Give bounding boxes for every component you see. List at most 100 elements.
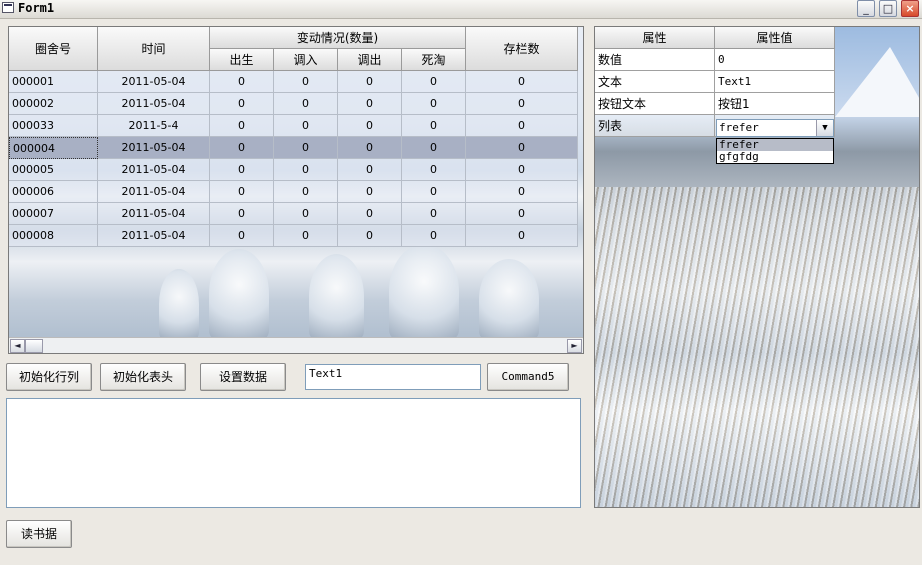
- out-cell[interactable]: 0: [338, 159, 402, 181]
- in-cell[interactable]: 0: [274, 115, 338, 137]
- culled-cell[interactable]: 0: [402, 225, 466, 247]
- horizontal-scrollbar[interactable]: ◄ ►: [9, 337, 583, 353]
- stock-cell[interactable]: 0: [466, 225, 578, 247]
- pen-cell[interactable]: 000002: [9, 93, 98, 115]
- birth-cell[interactable]: 0: [210, 181, 274, 203]
- out-cell[interactable]: 0: [338, 115, 402, 137]
- pen-cell[interactable]: 000006: [9, 181, 98, 203]
- in-cell[interactable]: 0: [274, 71, 338, 93]
- out-cell[interactable]: 0: [338, 225, 402, 247]
- pen-cell[interactable]: 000004: [9, 137, 98, 159]
- birth-cell[interactable]: 0: [210, 203, 274, 225]
- stock-cell[interactable]: 0: [466, 137, 578, 159]
- scroll-right-icon[interactable]: ►: [567, 339, 582, 353]
- pen-cell[interactable]: 000005: [9, 159, 98, 181]
- background-mountain: [835, 47, 919, 117]
- pen-cell[interactable]: 000007: [9, 203, 98, 225]
- time-cell[interactable]: 2011-05-04: [98, 203, 210, 225]
- close-button[interactable]: ×: [901, 0, 919, 17]
- scroll-thumb[interactable]: [25, 339, 43, 353]
- in-cell[interactable]: 0: [274, 203, 338, 225]
- prop-name-value: 数值: [595, 49, 715, 71]
- property-panel: 属性 属性值 数值 0 文本 Text1 按钮文本 按钮1 列表 frefer …: [594, 26, 920, 508]
- background-tree: [389, 244, 459, 339]
- dropdown-option[interactable]: gfgfdg: [717, 151, 833, 163]
- birth-cell[interactable]: 0: [210, 115, 274, 137]
- birth-cell[interactable]: 0: [210, 71, 274, 93]
- culled-cell[interactable]: 0: [402, 137, 466, 159]
- header-transfer-out[interactable]: 调出: [338, 49, 402, 71]
- prop-value-value[interactable]: 0: [715, 49, 835, 71]
- background-tree: [209, 249, 269, 339]
- set-data-button[interactable]: 设置数据: [200, 363, 286, 391]
- birth-cell[interactable]: 0: [210, 225, 274, 247]
- combo-value: frefer: [719, 121, 759, 134]
- out-cell[interactable]: 0: [338, 93, 402, 115]
- pen-cell[interactable]: 000001: [9, 71, 98, 93]
- header-time[interactable]: 时间: [98, 27, 210, 71]
- pen-cell[interactable]: 000033: [9, 115, 98, 137]
- time-cell[interactable]: 2011-05-04: [98, 159, 210, 181]
- culled-cell[interactable]: 0: [402, 93, 466, 115]
- time-cell[interactable]: 2011-05-04: [98, 225, 210, 247]
- stock-cell[interactable]: 0: [466, 181, 578, 203]
- title-bar: Form1 _ □ ×: [0, 0, 922, 19]
- prop-value-text[interactable]: Text1: [715, 71, 835, 93]
- out-cell[interactable]: 0: [338, 137, 402, 159]
- prop-value-button-text[interactable]: 按钮1: [715, 93, 835, 115]
- header-culled[interactable]: 死淘: [402, 49, 466, 71]
- chevron-down-icon[interactable]: ▼: [816, 120, 833, 136]
- list-combobox[interactable]: frefer ▼: [716, 119, 834, 137]
- header-birth[interactable]: 出生: [210, 49, 274, 71]
- out-cell[interactable]: 0: [338, 203, 402, 225]
- output-textarea[interactable]: [6, 398, 581, 508]
- stock-cell[interactable]: 0: [466, 203, 578, 225]
- in-cell[interactable]: 0: [274, 159, 338, 181]
- culled-cell[interactable]: 0: [402, 71, 466, 93]
- window-title: Form1: [18, 1, 55, 15]
- time-cell[interactable]: 2011-05-04: [98, 181, 210, 203]
- scroll-left-icon[interactable]: ◄: [10, 339, 25, 353]
- command5-button[interactable]: Command5: [487, 363, 569, 391]
- background-tree: [309, 254, 364, 339]
- in-cell[interactable]: 0: [274, 93, 338, 115]
- init-header-button[interactable]: 初始化表头: [100, 363, 186, 391]
- text1-input[interactable]: Text1: [305, 364, 481, 390]
- culled-cell[interactable]: 0: [402, 115, 466, 137]
- time-cell[interactable]: 2011-05-04: [98, 137, 210, 159]
- time-cell[interactable]: 2011-05-04: [98, 71, 210, 93]
- stock-cell[interactable]: 0: [466, 159, 578, 181]
- stock-cell[interactable]: 0: [466, 71, 578, 93]
- maximize-button[interactable]: □: [879, 0, 897, 17]
- in-cell[interactable]: 0: [274, 137, 338, 159]
- in-cell[interactable]: 0: [274, 181, 338, 203]
- init-rows-button[interactable]: 初始化行列: [6, 363, 92, 391]
- background-tree: [479, 259, 539, 339]
- header-pen-number[interactable]: 圈舍号: [9, 27, 98, 71]
- header-change-group[interactable]: 变动情况(数量): [210, 27, 466, 49]
- time-cell[interactable]: 2011-5-4: [98, 115, 210, 137]
- data-grid[interactable]: 圈舍号 时间 变动情况(数量) 出生 调入 调出 死淘 存栏数 000001 20…: [8, 26, 584, 354]
- birth-cell[interactable]: 0: [210, 137, 274, 159]
- minimize-button[interactable]: _: [857, 0, 875, 17]
- list-dropdown[interactable]: frefer gfgfdg: [716, 138, 834, 164]
- out-cell[interactable]: 0: [338, 71, 402, 93]
- in-cell[interactable]: 0: [274, 225, 338, 247]
- app-icon: [2, 2, 14, 13]
- prop-header-name: 属性: [595, 27, 715, 49]
- culled-cell[interactable]: 0: [402, 181, 466, 203]
- time-cell[interactable]: 2011-05-04: [98, 93, 210, 115]
- read-data-button[interactable]: 读书据: [6, 520, 72, 548]
- prop-name-list: 列表: [595, 115, 715, 137]
- culled-cell[interactable]: 0: [402, 159, 466, 181]
- birth-cell[interactable]: 0: [210, 159, 274, 181]
- stock-cell[interactable]: 0: [466, 115, 578, 137]
- prop-name-text: 文本: [595, 71, 715, 93]
- birth-cell[interactable]: 0: [210, 93, 274, 115]
- pen-cell[interactable]: 000008: [9, 225, 98, 247]
- out-cell[interactable]: 0: [338, 181, 402, 203]
- header-transfer-in[interactable]: 调入: [274, 49, 338, 71]
- stock-cell[interactable]: 0: [466, 93, 578, 115]
- culled-cell[interactable]: 0: [402, 203, 466, 225]
- header-stock[interactable]: 存栏数: [466, 27, 578, 71]
